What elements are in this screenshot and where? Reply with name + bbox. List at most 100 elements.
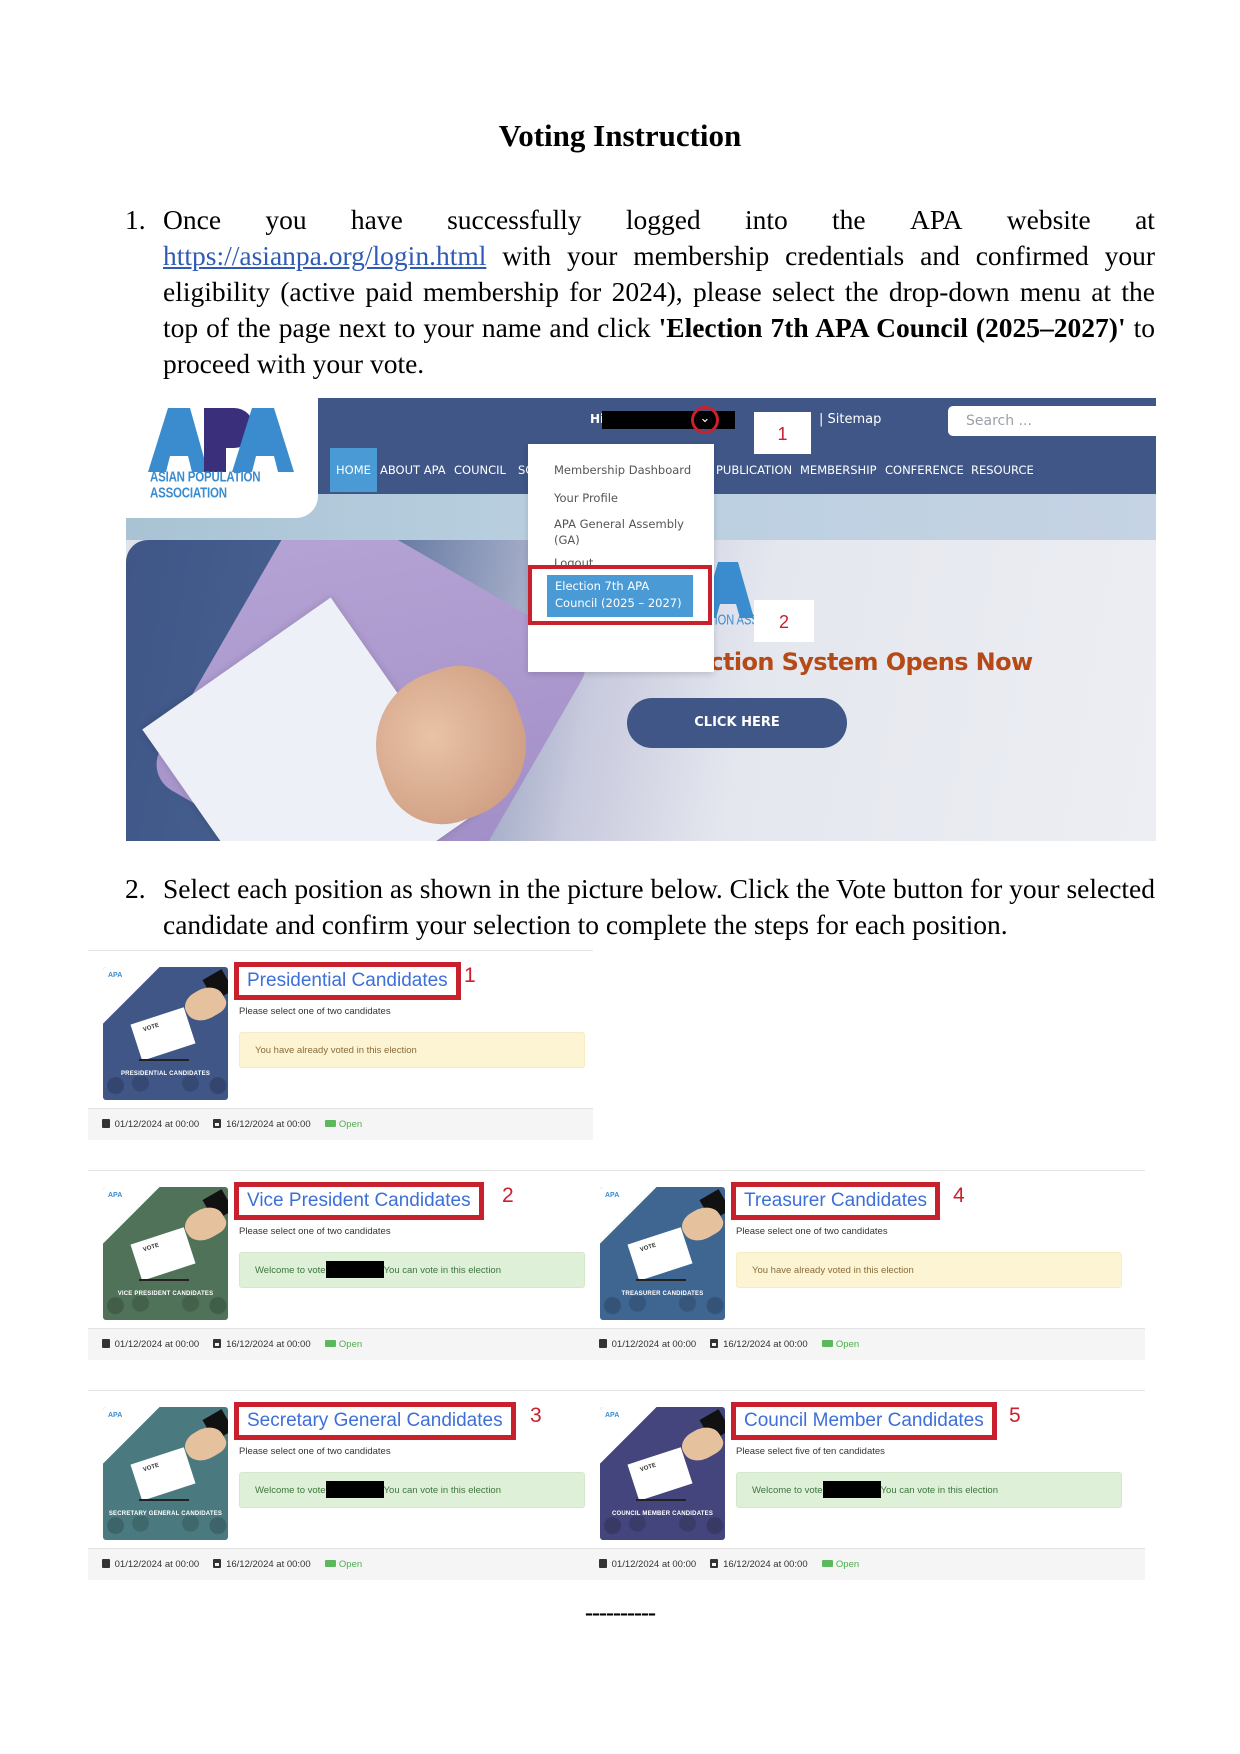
election-card: APA VOTE TREASURER CANDIDATES Treasurer … — [585, 1170, 1145, 1360]
title-highlight-box: Presidential Candidates — [234, 962, 461, 1000]
status-prefix: Welcome to vote — [752, 1485, 823, 1496]
election-card: APA VOTE COUNCIL MEMBER CANDIDATES Counc… — [585, 1390, 1145, 1580]
election-thumbnail[interactable]: APA VOTE TREASURER CANDIDATES — [600, 1187, 725, 1320]
folder-open-icon — [821, 1340, 833, 1347]
word: you — [265, 204, 307, 235]
election-state: Open — [338, 1559, 363, 1570]
word: have — [350, 204, 403, 235]
crowd-graphic — [103, 1296, 228, 1320]
status-text: You have already voted in this election — [255, 1045, 417, 1056]
logo-tagline: ASIAN POPULATION ASSOCIATION — [150, 470, 261, 502]
start-date: 01/12/2024 at 00:00 — [114, 1559, 200, 1570]
status-text: You can vote in this election — [383, 1485, 502, 1496]
folder-open-icon — [324, 1560, 336, 1567]
election-footer: 01/12/2024 at 00:00 16/12/2024 at 00:00 … — [585, 1548, 1145, 1580]
word: website — [1006, 204, 1091, 235]
election-thumbnail[interactable]: APA VOTE VICE PRESIDENT CANDIDATES — [103, 1187, 228, 1320]
election-subtitle: Please select one of two candidates — [736, 1226, 888, 1237]
election-card: APA VOTE SECRETARY GENERAL CANDIDATES Se… — [88, 1390, 588, 1580]
election-title-link[interactable]: Treasurer Candidates — [744, 1190, 927, 1211]
crowd-graphic — [103, 1076, 228, 1100]
apa-mini-logo-icon: APA — [108, 1412, 123, 1419]
election-title-link[interactable]: Vice President Candidates — [247, 1190, 471, 1211]
instruction-step-1: 1. Once you have successfully logged int… — [125, 202, 1155, 382]
nav-conference[interactable]: CONFERENCE — [885, 448, 964, 492]
start-date: 01/12/2024 at 00:00 — [114, 1119, 200, 1130]
menu-item-logout[interactable]: Logout — [554, 555, 593, 565]
folder-open-icon — [821, 1560, 833, 1567]
nav-council[interactable]: COUNCIL — [454, 448, 506, 492]
step-number: 1. — [125, 204, 146, 235]
title-highlight-box: Council Member Candidates — [731, 1402, 997, 1440]
ballot-slot — [636, 1499, 686, 1501]
election-title-link[interactable]: Presidential Candidates — [247, 970, 448, 991]
user-dropdown-menu: Membership Dashboard Your Profile APA Ge… — [528, 444, 714, 672]
instruction-step-2: 2. Select each position as shown in the … — [125, 871, 1155, 943]
ballot-icon — [130, 1447, 196, 1501]
apa-mini-logo-icon: APA — [605, 1412, 620, 1419]
nav-about-apa[interactable]: ABOUT APA — [380, 448, 446, 492]
chevron-down-icon[interactable]: ⌄ — [691, 406, 719, 434]
step-callout: 2 — [502, 1184, 514, 1207]
status-alert: You have already voted in this election — [239, 1032, 585, 1068]
end-date: 16/12/2024 at 00:00 — [226, 1119, 311, 1130]
calendar-icon — [102, 1559, 110, 1568]
apa-logo-icon — [148, 408, 294, 472]
title-highlight-box: Vice President Candidates — [234, 1182, 484, 1220]
calendar-end-icon — [710, 1339, 719, 1348]
election-thumbnail[interactable]: APA VOTE COUNCIL MEMBER CANDIDATES — [600, 1407, 725, 1540]
ballot-slot — [636, 1279, 686, 1281]
logo-card[interactable]: ASIAN POPULATION ASSOCIATION — [126, 398, 318, 518]
word: logged — [625, 204, 701, 235]
election-card: APA VOTE PRESIDENTIAL CANDIDATES Preside… — [88, 950, 593, 1140]
crowd-graphic — [600, 1516, 725, 1540]
divider — [88, 1170, 588, 1171]
nav-publication[interactable]: PUBLICATION — [716, 448, 792, 492]
step-1-bold-menu-name: 'Election 7th APA Council (2025–2027)' — [658, 312, 1126, 343]
calendar-icon — [102, 1119, 110, 1128]
election-footer: 01/12/2024 at 00:00 16/12/2024 at 00:00 … — [88, 1108, 593, 1140]
status-text: You have already voted in this election — [752, 1265, 914, 1276]
election-thumbnail[interactable]: APA VOTE SECRETARY GENERAL CANDIDATES — [103, 1407, 228, 1540]
apa-mini-logo-icon: APA — [108, 972, 123, 979]
search-input[interactable] — [948, 406, 1156, 436]
ballot-icon — [130, 1227, 196, 1281]
menu-item-general-assembly[interactable]: APA General Assembly (GA) — [554, 516, 704, 548]
word: successfully — [447, 204, 582, 235]
step-callout: 1 — [464, 964, 476, 987]
election-thumbnail[interactable]: APA VOTE PRESIDENTIAL CANDIDATES — [103, 967, 228, 1100]
status-text: You can vote in this election — [383, 1265, 502, 1276]
nav-resource[interactable]: RESOURCE — [971, 448, 1034, 492]
menu-item-membership-dashboard[interactable]: Membership Dashboard — [554, 462, 691, 478]
menu-item-election[interactable]: Election 7th APA Council (2025 – 2027) — [547, 575, 693, 617]
title-highlight-box: Secretary General Candidates — [234, 1402, 516, 1440]
redacted-username — [325, 1480, 384, 1498]
election-state: Open — [338, 1339, 363, 1350]
sitemap-link[interactable]: | Sitemap — [819, 412, 881, 427]
crowd-graphic — [103, 1516, 228, 1540]
login-link[interactable]: https://asianpa.org/login.html — [163, 240, 486, 271]
start-date: 01/12/2024 at 00:00 — [611, 1339, 697, 1350]
election-subtitle: Please select five of ten candidates — [736, 1446, 885, 1457]
election-title-link[interactable]: Secretary General Candidates — [247, 1410, 503, 1431]
divider — [88, 1390, 588, 1391]
election-state: Open — [835, 1559, 860, 1570]
nav-membership[interactable]: MEMBERSHIP — [800, 448, 877, 492]
ballot-slot — [139, 1499, 189, 1501]
status-alert: Welcome to vote You can vote in this elec… — [239, 1252, 585, 1288]
calendar-icon — [599, 1339, 607, 1348]
election-subtitle: Please select one of two candidates — [239, 1446, 391, 1457]
election-footer: 01/12/2024 at 00:00 16/12/2024 at 00:00 … — [585, 1328, 1145, 1360]
divider — [585, 1170, 1145, 1171]
status-alert: Welcome to vote You can vote in this elec… — [239, 1472, 585, 1508]
nav-home[interactable]: HOME — [330, 448, 377, 492]
word: at — [1135, 204, 1155, 235]
menu-item-your-profile[interactable]: Your Profile — [554, 490, 618, 506]
click-here-button[interactable]: CLICK HERE — [627, 698, 847, 748]
calendar-end-icon — [213, 1559, 222, 1568]
end-date: 16/12/2024 at 00:00 — [723, 1339, 808, 1350]
election-title-link[interactable]: Council Member Candidates — [744, 1410, 984, 1431]
apa-mini-logo-icon: APA — [108, 1192, 123, 1199]
divider — [88, 950, 593, 951]
status-alert: You have already voted in this election — [736, 1252, 1122, 1288]
